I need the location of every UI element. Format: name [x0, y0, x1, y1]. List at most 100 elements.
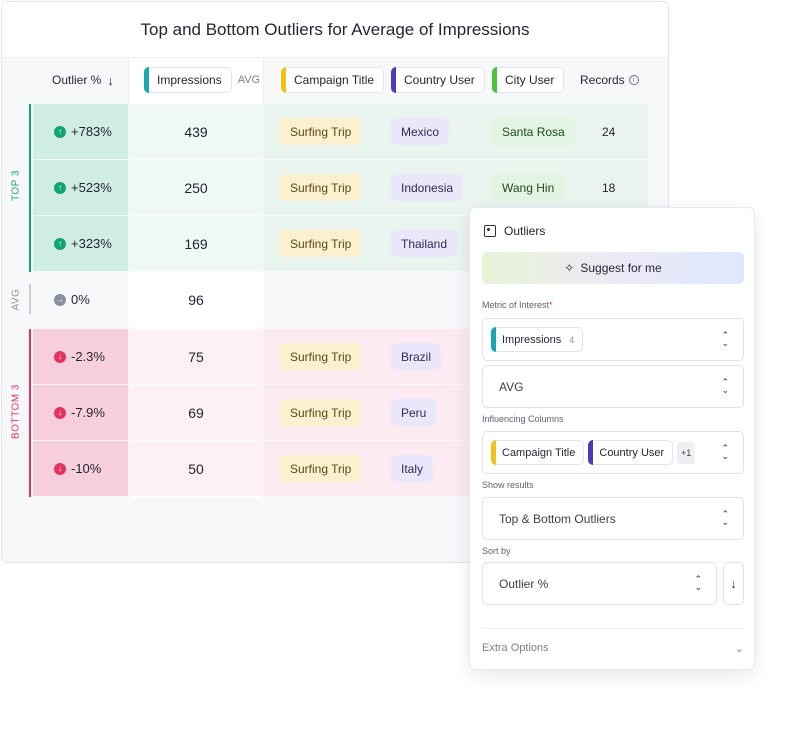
outlier-value: 0% [71, 292, 90, 307]
country-pill-label: Country User [404, 73, 475, 87]
country-badge: Brazil [391, 343, 442, 370]
arrow-up-circle-icon: ↑ [54, 181, 66, 194]
impressions-column-pill[interactable]: Impressions [144, 67, 232, 93]
panel-header: Outliers [484, 222, 545, 240]
chevron-up-down-icon[interactable]: ⌃ ⌄ [694, 575, 702, 592]
show-results-select[interactable]: Top & Bottom Outliers ⌃ ⌄ [482, 497, 744, 540]
suggest-for-me-button[interactable]: ✧ Suggest for me [482, 252, 744, 284]
campaign-pill-label: Campaign Title [294, 73, 375, 87]
sort-by-select[interactable]: Outlier % ⌃ ⌄ [482, 562, 717, 605]
chevron-up-down-icon[interactable]: ⌃ ⌄ [721, 444, 729, 461]
impressions-cell: 439 [128, 104, 264, 159]
campaign-badge: Surfing Trip [280, 399, 362, 426]
sort-by-value: Outlier % [499, 576, 549, 591]
country-badge: Peru [391, 399, 437, 426]
metric-label-text: Metric of Interest [482, 300, 550, 310]
city-color-bar [492, 67, 497, 93]
country-column-pill[interactable]: Country User [391, 67, 485, 93]
table-row[interactable]: ↑ +783% 439 Surfing Trip Mexico Santa Ro… [33, 104, 648, 159]
more-columns-badge[interactable]: +1 [677, 441, 696, 464]
impressions-color-bar [144, 67, 149, 93]
chevron-up-down-icon[interactable]: ⌃ ⌄ [721, 331, 729, 348]
country-badge: Indonesia [391, 174, 464, 201]
impressions-cell: 250 [128, 160, 264, 215]
impressions-pill-label: Impressions [157, 73, 222, 87]
avg-group-bar [29, 284, 31, 314]
outlier-value: -10% [71, 461, 102, 476]
extra-options-toggle[interactable]: Extra Options ⌄ [482, 640, 744, 656]
chevron-up-down-icon[interactable]: ⌃ ⌄ [721, 378, 729, 395]
influencing-country: Country User [599, 446, 665, 459]
campaign-badge: Surfing Trip [280, 174, 362, 201]
arrow-down-circle-icon: ↓ [54, 462, 66, 475]
top-group-bar [29, 104, 31, 272]
records-cell: 24 [602, 124, 616, 139]
influencing-label: Influencing Columns [482, 414, 564, 424]
arrow-down-circle-icon: ↓ [54, 406, 66, 419]
header-country-user[interactable]: Country User [391, 58, 485, 102]
bottom-group-bar [29, 329, 31, 497]
chevron-down-icon: ⌄ [734, 642, 744, 655]
required-marker: * [549, 300, 553, 310]
divider [482, 628, 744, 629]
influencing-pill-country[interactable]: Country User [588, 440, 674, 465]
arrow-down-icon[interactable]: ↓ [107, 73, 114, 88]
campaign-badge: Surfing Trip [280, 455, 362, 482]
header-campaign-title[interactable]: Campaign Title [281, 58, 385, 102]
arrow-up-circle-icon: ↑ [54, 237, 66, 250]
magic-wand-icon: ✧ [564, 261, 575, 275]
dimension-cells: Surfing Trip Mexico Santa Rosa 24 [264, 104, 648, 159]
influencing-columns-select[interactable]: Campaign Title Country User +1 ⌃ ⌄ [482, 431, 744, 474]
arrow-up-circle-icon: ↑ [54, 125, 66, 138]
sort-by-label: Sort by [482, 546, 511, 556]
extra-options-label: Extra Options [482, 642, 549, 654]
country-badge: Italy [391, 455, 434, 482]
country-color-bar [588, 440, 594, 465]
chevron-up-down-icon[interactable]: ⌃ ⌄ [721, 510, 729, 527]
show-results-value: Top & Bottom Outliers [499, 511, 616, 526]
arrow-right-circle-icon: → [54, 293, 66, 306]
outlier-value: +523% [71, 180, 112, 195]
header-city-user[interactable]: City User [492, 58, 565, 102]
outlier-cell: ↑ +783% [33, 104, 128, 159]
header-records[interactable]: Records i [580, 58, 639, 102]
outlier-cell: → 0% [33, 272, 128, 327]
show-results-label: Show results [482, 480, 534, 490]
impressions-cell: 75 [128, 329, 264, 384]
header-outlier-percent[interactable]: Outlier % ↓ [52, 58, 128, 102]
outlier-value: -2.3% [71, 349, 105, 364]
header-outlier-label: Outlier % [52, 73, 102, 87]
city-pill-label: City User [505, 73, 555, 87]
outliers-settings-panel: Outliers ✧ Suggest for me Metric of Inte… [469, 207, 755, 670]
campaign-badge: Surfing Trip [280, 118, 362, 145]
outlier-value: -7.9% [71, 405, 105, 420]
city-column-pill[interactable]: City User [492, 67, 565, 93]
outlier-cell: ↑ +323% [33, 216, 128, 271]
suggest-label: Suggest for me [580, 261, 662, 275]
outlier-cell: ↓ -7.9% [33, 385, 128, 440]
metric-select[interactable]: Impressions 4 ⌃ ⌄ [482, 318, 744, 361]
arrow-down-circle-icon: ↓ [54, 350, 66, 363]
influencing-pill-campaign[interactable]: Campaign Title [491, 440, 585, 465]
sort-direction-button[interactable]: ↓ [723, 562, 744, 605]
impressions-cell: 169 [128, 216, 264, 271]
campaign-column-pill[interactable]: Campaign Title [281, 67, 385, 93]
campaign-color-bar [281, 67, 286, 93]
outlier-cell: ↑ +523% [33, 160, 128, 215]
outliers-icon [484, 225, 496, 237]
arrow-down-icon: ↓ [730, 576, 737, 591]
metric-color-bar [491, 327, 496, 352]
campaign-badge: Surfing Trip [280, 230, 362, 257]
header-impressions[interactable]: Impressions AVG [144, 58, 260, 102]
metric-value: Impressions [502, 333, 562, 346]
avg-group-label: AVG [10, 288, 22, 311]
metric-count: 4 [569, 334, 575, 345]
table-title: Top and Bottom Outliers for Average of I… [2, 2, 668, 58]
outlier-value: +783% [71, 124, 112, 139]
aggregation-select[interactable]: AVG ⌃ ⌄ [482, 365, 744, 408]
top-group-label: TOP 3 [10, 169, 22, 202]
metric-label: Metric of Interest* [482, 300, 553, 310]
metric-pill: Impressions 4 [491, 327, 584, 352]
info-icon[interactable]: i [628, 75, 639, 85]
country-badge: Thailand [391, 230, 458, 257]
